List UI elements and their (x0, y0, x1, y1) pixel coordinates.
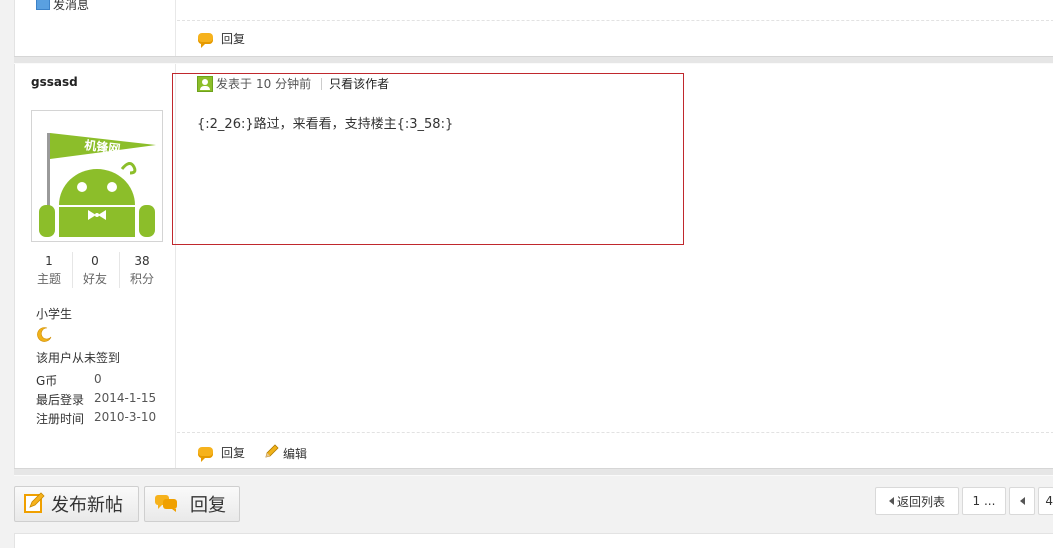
back-to-list-button[interactable]: 返回列表 (875, 487, 959, 515)
next-section-edge (14, 533, 1053, 548)
post-separator (14, 468, 1053, 476)
author-name[interactable]: gssasd (31, 75, 78, 89)
android-avatar-image: 机锋网 (39, 133, 156, 237)
back-arrow-icon (888, 497, 894, 505)
stat-divider (119, 252, 120, 288)
reply-icon (198, 33, 213, 48)
sign-status: 该用户从未签到 (36, 351, 121, 365)
stat-divider (72, 252, 73, 288)
stat-friends[interactable]: 0 好友 (75, 252, 115, 288)
prev-page-button[interactable] (1009, 487, 1035, 515)
info-last-login: 最后登录 2014-1-15 (36, 391, 157, 407)
divider (177, 432, 1053, 433)
stat-points[interactable]: 38 积分 (122, 252, 162, 288)
previous-post-sidebar: 发消息 (15, 0, 176, 56)
prev-arrow-icon (1019, 497, 1025, 505)
stat-topics[interactable]: 1 主题 (29, 252, 69, 288)
post-separator (14, 56, 1053, 64)
pencil-icon (264, 444, 279, 462)
divider (177, 20, 1053, 21)
avatar[interactable]: 机锋网 (31, 110, 163, 242)
reply-button[interactable]: 回复 (198, 444, 245, 462)
page-link-partial[interactable]: 4 (1038, 487, 1053, 515)
reply-button[interactable]: 回复 (198, 30, 245, 48)
envelope-icon (36, 0, 50, 10)
reply-icon (198, 447, 213, 462)
author-sidebar: gssasd 机锋网 1 主题 0 好友 38 积分 小学生 该用户从未签到 G… (15, 64, 176, 468)
send-message-link[interactable]: 发消息 (36, 0, 89, 13)
user-rank[interactable]: 小学生 (36, 305, 72, 322)
post: gssasd 机锋网 1 主题 0 好友 38 积分 小学生 该用户从未签到 G… (14, 64, 1053, 468)
reply-bubbles-icon (154, 493, 178, 516)
highlight-box (172, 73, 684, 245)
moon-icon (36, 326, 52, 342)
new-post-icon (23, 491, 45, 517)
info-gcoin: G币 0 (36, 372, 102, 388)
page-link-first[interactable]: 1 ... (962, 487, 1006, 515)
reply-bottom-button[interactable]: 回复 (144, 486, 240, 522)
info-registered: 注册时间 2010-3-10 (36, 410, 157, 426)
edit-button[interactable]: 编辑 (264, 444, 307, 462)
new-post-button[interactable]: 发布新帖 (14, 486, 139, 522)
previous-post: 发消息 回复 (14, 0, 1053, 56)
